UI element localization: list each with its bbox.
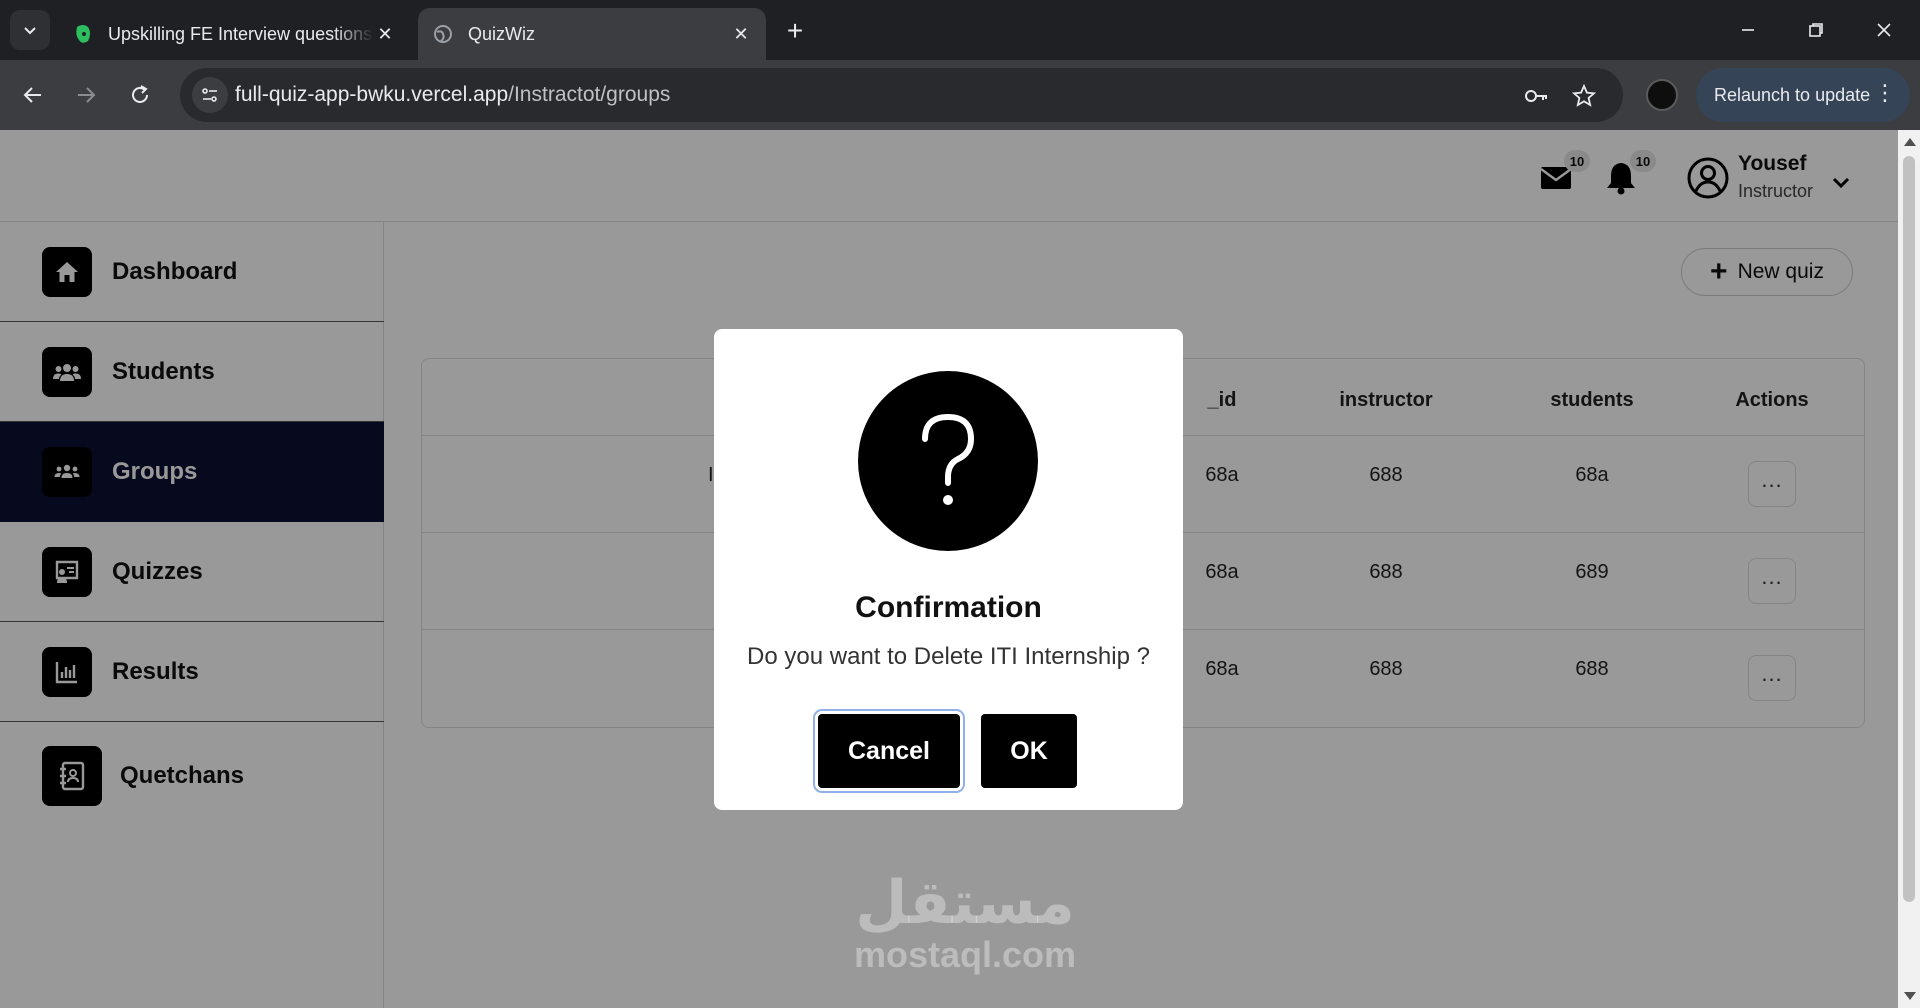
tab-title: Upskilling FE Interview questions	[108, 23, 373, 44]
site-settings-icon[interactable]	[192, 77, 228, 113]
reload-icon[interactable]	[122, 77, 158, 113]
url-text: full-quiz-app-bwku.vercel.app/Instractot…	[235, 83, 670, 107]
restore-icon[interactable]	[1792, 10, 1840, 50]
tab-upskilling[interactable]: Upskilling FE Interview questions ✕	[58, 8, 410, 60]
question-mark-icon	[858, 371, 1038, 551]
scrollbar-thumb[interactable]	[1903, 156, 1915, 902]
url-host: full-quiz-app-bwku.vercel.app	[235, 83, 509, 106]
watermark-arabic: مستقل	[855, 868, 1075, 938]
cancel-button[interactable]: Cancel	[818, 714, 960, 788]
back-arrow-icon[interactable]	[15, 77, 51, 113]
scroll-up-arrow-icon[interactable]	[1904, 138, 1916, 146]
browser-tab-bar: Upskilling FE Interview questions ✕ Quiz…	[0, 0, 1920, 60]
page-viewport: 10 10 Yousef Instructor Dashboard Studen…	[0, 130, 1898, 1008]
more-vert-icon[interactable]: ⋮	[1874, 80, 1896, 106]
tab-search-button[interactable]	[10, 10, 50, 50]
url-path: /Instractot/groups	[508, 83, 671, 106]
page-scrollbar[interactable]	[1898, 130, 1920, 1008]
close-window-icon[interactable]	[1860, 10, 1908, 50]
tab-title: QuizWiz	[468, 23, 535, 44]
key-icon[interactable]	[1523, 83, 1549, 109]
confirmation-dialog: Confirmation Do you want to Delete ITI I…	[714, 329, 1183, 810]
profile-avatar[interactable]	[1646, 79, 1678, 111]
relaunch-button[interactable]: Relaunch to update ⋮	[1696, 68, 1910, 122]
address-bar[interactable]: full-quiz-app-bwku.vercel.app/Instractot…	[180, 68, 1623, 122]
watermark: مستقل mostaql.com	[845, 870, 1085, 974]
relaunch-label: Relaunch to update	[1714, 84, 1871, 105]
evernote-icon	[72, 23, 94, 45]
forward-arrow-icon[interactable]	[68, 77, 104, 113]
new-tab-plus-icon[interactable]: +	[780, 15, 810, 46]
close-tab-icon[interactable]: ✕	[730, 23, 752, 45]
ok-button[interactable]: OK	[981, 714, 1077, 788]
minimize-icon[interactable]	[1724, 10, 1772, 50]
tab-quizwiz[interactable]: QuizWiz ✕	[418, 8, 766, 60]
dialog-title: Confirmation	[855, 591, 1042, 624]
globe-icon	[432, 23, 454, 45]
scroll-down-arrow-icon[interactable]	[1904, 992, 1916, 1000]
close-tab-icon[interactable]: ✕	[374, 23, 396, 45]
bookmark-star-icon[interactable]	[1571, 83, 1597, 109]
dialog-message: Do you want to Delete ITI Internship ?	[747, 643, 1150, 670]
browser-toolbar: full-quiz-app-bwku.vercel.app/Instractot…	[0, 60, 1920, 130]
watermark-latin: mostaql.com	[853, 934, 1077, 975]
chevron-down-icon	[24, 27, 36, 35]
